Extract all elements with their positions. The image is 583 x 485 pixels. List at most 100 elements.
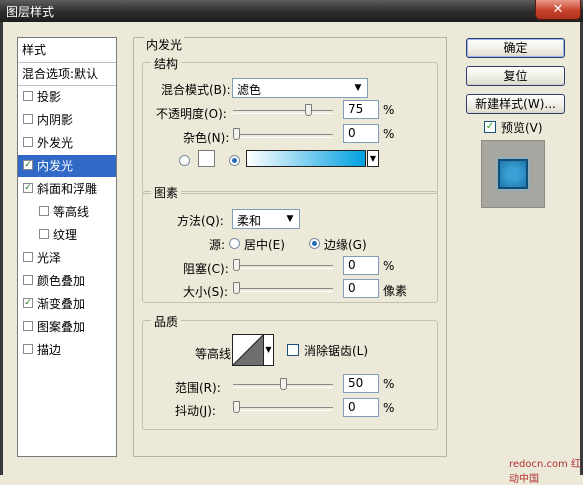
jitter-input[interactable]: 0 xyxy=(343,398,379,417)
style-item[interactable]: 外发光 xyxy=(18,132,116,155)
glow-color-swatch[interactable] xyxy=(198,150,215,167)
chevron-down-icon: ▼ xyxy=(354,83,362,93)
style-item-checkbox[interactable] xyxy=(39,229,49,239)
size-input[interactable]: 0 xyxy=(343,279,379,298)
blend-mode-label: 混合模式(B): xyxy=(161,83,231,97)
style-item-checkbox[interactable]: ✓ xyxy=(23,160,33,170)
glow-gradient-picker[interactable] xyxy=(246,150,366,167)
style-item[interactable]: 等高线 xyxy=(18,201,116,224)
contour-linear-icon xyxy=(233,335,263,365)
antialias-checkbox[interactable] xyxy=(287,344,299,356)
contour-dropdown-icon[interactable]: ▼ xyxy=(264,334,274,366)
style-item-label: 图案叠加 xyxy=(37,320,86,334)
style-item-checkbox[interactable] xyxy=(39,206,49,216)
style-item[interactable]: ✓ 内发光 xyxy=(18,155,116,178)
new-style-button[interactable]: 新建样式(W)... xyxy=(466,94,565,114)
style-item-label: 颜色叠加 xyxy=(37,274,86,288)
range-unit: % xyxy=(383,377,395,391)
gradient-radio[interactable] xyxy=(229,155,240,166)
source-center-label[interactable]: 居中(E) xyxy=(244,236,285,253)
choke-slider-thumb[interactable] xyxy=(233,259,240,271)
gradient-dropdown-icon[interactable]: ▼ xyxy=(367,150,379,167)
size-slider-track[interactable] xyxy=(233,288,333,292)
choke-slider-track[interactable] xyxy=(233,265,333,269)
choke-input[interactable]: 0 xyxy=(343,256,379,275)
style-item-label: 内阴影 xyxy=(37,113,74,127)
noise-input[interactable]: 0 xyxy=(343,124,379,143)
preview-label[interactable]: 预览(V) xyxy=(501,119,543,136)
style-item-checkbox[interactable] xyxy=(23,91,33,101)
solid-color-radio[interactable] xyxy=(179,155,190,166)
style-item-label: 描边 xyxy=(37,343,62,357)
style-item-label: 纹理 xyxy=(53,228,78,242)
jitter-label: 抖动(J): xyxy=(175,404,216,418)
source-label: 源: xyxy=(209,238,226,252)
range-input[interactable]: 50 xyxy=(343,374,379,393)
blend-options-default[interactable]: 混合选项:默认 xyxy=(18,63,116,86)
noise-unit: % xyxy=(383,127,395,141)
close-button[interactable]: ✕ xyxy=(535,0,581,20)
style-item-label: 内发光 xyxy=(37,159,74,173)
style-item-label: 等高线 xyxy=(53,205,90,219)
style-item[interactable]: 光泽 xyxy=(18,247,116,270)
opacity-input[interactable]: 75 xyxy=(343,100,379,119)
contour-picker[interactable] xyxy=(232,334,264,366)
style-item-checkbox[interactable] xyxy=(23,114,33,124)
blend-mode-select[interactable]: 滤色 ▼ xyxy=(232,78,368,98)
style-item-checkbox[interactable] xyxy=(23,321,33,331)
source-edge-label[interactable]: 边缘(G) xyxy=(324,236,367,253)
jitter-slider-thumb[interactable] xyxy=(233,401,240,413)
styles-list: 样式 混合选项:默认 投影内阴影外发光 ✓ 内发光 ✓ 斜面和浮雕等高线纹理光泽颜色叠加… xyxy=(17,37,117,457)
style-item-checkbox[interactable] xyxy=(23,344,33,354)
window-title: 图层样式 xyxy=(6,5,55,19)
style-item[interactable]: ✓ 斜面和浮雕 xyxy=(18,178,116,201)
reset-button[interactable]: 复位 xyxy=(466,66,565,86)
style-item-label: 斜面和浮雕 xyxy=(37,182,98,196)
style-item[interactable]: 纹理 xyxy=(18,224,116,247)
style-item[interactable]: 描边 xyxy=(18,339,116,362)
noise-slider-thumb[interactable] xyxy=(233,128,240,140)
style-item-label: 渐变叠加 xyxy=(37,297,86,311)
style-item[interactable]: ✓ 渐变叠加 xyxy=(18,293,116,316)
style-item-label: 外发光 xyxy=(37,136,74,150)
style-item-checkbox[interactable]: ✓ xyxy=(23,183,33,193)
style-item-checkbox[interactable] xyxy=(23,137,33,147)
opacity-slider-thumb[interactable] xyxy=(305,104,312,116)
noise-slider-track[interactable] xyxy=(233,134,333,138)
quality-group: 品质 等高线: ▼ 消除锯齿(L) 范围(R): 50 % 抖动(J): 0 % xyxy=(142,313,438,430)
source-edge-radio[interactable] xyxy=(309,238,320,249)
structure-title: 结构 xyxy=(151,55,182,72)
method-label: 方法(Q): xyxy=(177,214,224,228)
inner-glow-panel: 内发光 结构 混合模式(B): 滤色 ▼ 不透明度(O): 75 % 杂色(N)… xyxy=(133,36,447,457)
opacity-slider-track[interactable] xyxy=(233,110,333,114)
antialias-label[interactable]: 消除锯齿(L) xyxy=(304,342,368,359)
style-item[interactable]: 投影 xyxy=(18,86,116,109)
choke-unit: % xyxy=(383,259,395,273)
opacity-unit: % xyxy=(383,103,395,117)
style-item[interactable]: 颜色叠加 xyxy=(18,270,116,293)
method-select[interactable]: 柔和 ▼ xyxy=(232,209,300,229)
choke-label: 阻塞(C): xyxy=(183,262,229,276)
contour-label: 等高线: xyxy=(195,347,236,361)
style-item[interactable]: 内阴影 xyxy=(18,109,116,132)
source-center-radio[interactable] xyxy=(229,238,240,249)
elements-title: 图素 xyxy=(151,184,182,201)
style-item-checkbox[interactable] xyxy=(23,275,33,285)
preview-checkbox[interactable]: ✓ xyxy=(484,121,496,133)
ok-button[interactable]: 确定 xyxy=(466,38,565,58)
quality-title: 品质 xyxy=(151,313,182,330)
style-item[interactable]: 图案叠加 xyxy=(18,316,116,339)
chevron-down-icon: ▼ xyxy=(286,214,294,224)
size-unit: 像素 xyxy=(383,284,408,298)
panel-title: 内发光 xyxy=(144,36,185,53)
jitter-unit: % xyxy=(383,401,395,415)
range-slider-thumb[interactable] xyxy=(280,378,287,390)
jitter-slider-track[interactable] xyxy=(233,407,333,411)
style-item-checkbox[interactable]: ✓ xyxy=(23,298,33,308)
title-bar: 图层样式 ✕ xyxy=(0,0,583,22)
range-label: 范围(R): xyxy=(175,381,221,395)
style-item-checkbox[interactable] xyxy=(23,252,33,262)
styles-header[interactable]: 样式 xyxy=(18,38,116,63)
size-slider-thumb[interactable] xyxy=(233,282,240,294)
watermark: redocn.com 红动中国 xyxy=(509,459,582,485)
